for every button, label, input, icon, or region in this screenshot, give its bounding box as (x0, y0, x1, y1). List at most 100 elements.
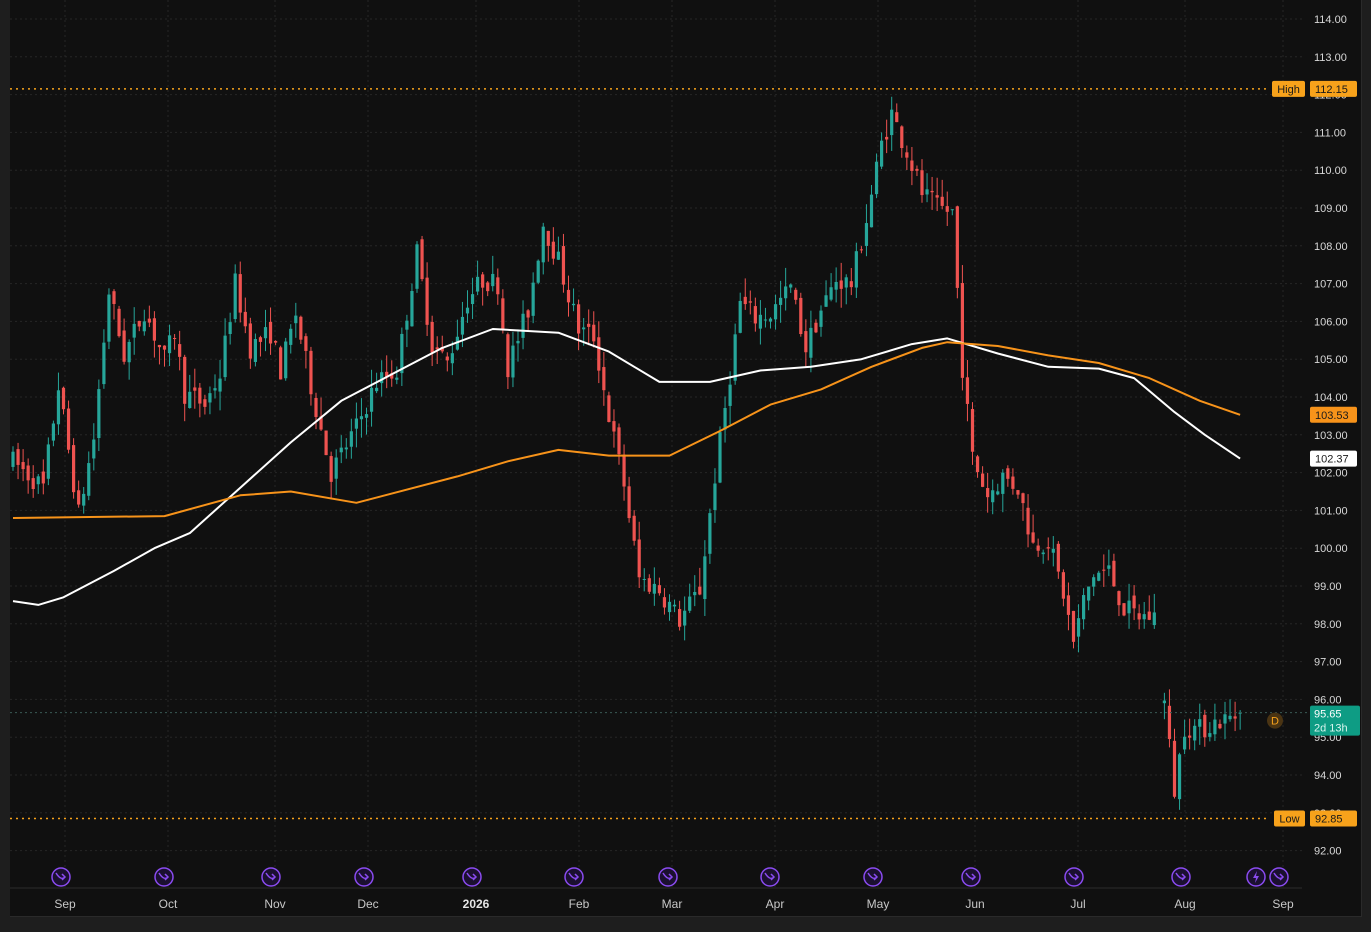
candle-body (541, 226, 545, 263)
candle-body (16, 449, 20, 465)
high-price-tag: 112.15 (1310, 80, 1357, 97)
candle-body (203, 399, 207, 407)
candle-body (97, 389, 101, 439)
candle-body (334, 457, 338, 479)
candle-body (31, 478, 35, 490)
candle-body (137, 320, 141, 327)
candle-body (1016, 490, 1020, 495)
candle-body (1122, 603, 1126, 616)
candle-body (758, 314, 762, 329)
price-tick-label: 110.00 (1314, 165, 1347, 177)
candle-body (284, 341, 288, 379)
candle-body (859, 249, 863, 251)
candle-body (592, 324, 596, 342)
candle-body (395, 377, 399, 380)
candle-body (173, 337, 177, 340)
earnings-event-icon (760, 867, 780, 887)
candle-body (496, 277, 500, 295)
lightning-event-icon (1246, 867, 1266, 887)
candle-body (491, 273, 495, 287)
candle-body (61, 387, 66, 410)
candle-body (607, 395, 611, 422)
candle-body (294, 315, 298, 324)
candle-body (1056, 543, 1060, 572)
event-icon-ring (261, 867, 281, 887)
low-label: Low (1274, 810, 1305, 827)
candle-body (56, 390, 61, 425)
candle-body (92, 439, 96, 459)
candle-body (743, 296, 747, 305)
price-tick-label: 98.00 (1314, 619, 1342, 631)
candle-body (905, 152, 909, 158)
month-label: Sep (1272, 897, 1294, 911)
candle-body (814, 322, 818, 333)
price-chart[interactable]: HighLowD 114.00113.00112.00111.00110.001… (10, 0, 1361, 916)
candle-body (617, 427, 621, 455)
candle-body (132, 323, 136, 338)
candle-body (314, 397, 318, 417)
candle-body (940, 196, 944, 206)
candle-body (375, 387, 379, 392)
candle-body (1208, 733, 1212, 737)
candle-body (82, 493, 86, 506)
month-label: Oct (159, 897, 178, 911)
candle-body (981, 473, 985, 487)
candle-body (773, 304, 778, 320)
candle-body (849, 281, 853, 288)
candle-body (66, 408, 71, 450)
candle-body (243, 311, 247, 327)
price-tick-label: 113.00 (1314, 52, 1347, 64)
candle-body (1223, 714, 1227, 724)
candle-body (632, 515, 636, 541)
candle-body (551, 241, 555, 259)
candle-body (546, 230, 550, 246)
earnings-event-icon (1269, 867, 1289, 887)
time-axis[interactable]: Sep Oct Nov Dec 2026 Feb Mar Apr May Jun Jul Aug Sep (54, 897, 1294, 911)
month-label: Apr (766, 897, 785, 911)
price-tick-label: 103.00 (1314, 430, 1348, 442)
reference-lines: High Low D (10, 80, 1308, 827)
candle-body (127, 341, 131, 363)
price-tick-label: 102.00 (1314, 468, 1348, 480)
candle-body (36, 476, 40, 485)
candle-body (344, 447, 348, 450)
earnings-event-icon (354, 867, 374, 887)
candle-body (117, 308, 121, 337)
candle-body (890, 109, 894, 136)
candle-body (178, 344, 182, 357)
candlesticks (11, 96, 1242, 810)
price-tick-label: 101.00 (1314, 505, 1348, 517)
candle-body (834, 281, 838, 290)
price-tick-label: 105.00 (1314, 354, 1348, 366)
fast-ma-price-tag: 103.53 (1310, 406, 1357, 423)
price-axis[interactable]: 114.00113.00112.00111.00110.00109.00108.… (1310, 14, 1360, 858)
candle-body (602, 367, 606, 391)
low-price-tag: 92.85 (1310, 810, 1357, 827)
event-markers (51, 867, 1289, 887)
candle-body (703, 556, 707, 600)
candle-body (960, 283, 964, 378)
candle-body (950, 209, 954, 211)
chart-panel[interactable]: HighLowD 114.00113.00112.00111.00110.001… (10, 0, 1362, 917)
event-icon-ring (154, 867, 174, 887)
candle-body (339, 447, 343, 453)
candle-body (748, 301, 752, 303)
month-label: Aug (1174, 897, 1195, 911)
moving-averages (12, 328, 1241, 606)
candle-body (854, 251, 858, 288)
candle-body (1107, 565, 1111, 569)
price-tick-label: 114.00 (1314, 14, 1347, 26)
candle-body (72, 445, 76, 493)
candle-body (51, 423, 55, 441)
candle-body (1036, 545, 1040, 551)
candle-body (1233, 716, 1237, 719)
month-label: Jun (965, 897, 984, 911)
candle-body (1097, 572, 1101, 581)
month-label: Feb (569, 897, 590, 911)
candle-body (188, 391, 192, 409)
event-icon-ring (658, 867, 678, 887)
candle-body (470, 294, 475, 305)
low-price-tag-text: 92.85 (1315, 813, 1343, 825)
candle-body (728, 384, 732, 406)
candle-body (11, 451, 15, 467)
